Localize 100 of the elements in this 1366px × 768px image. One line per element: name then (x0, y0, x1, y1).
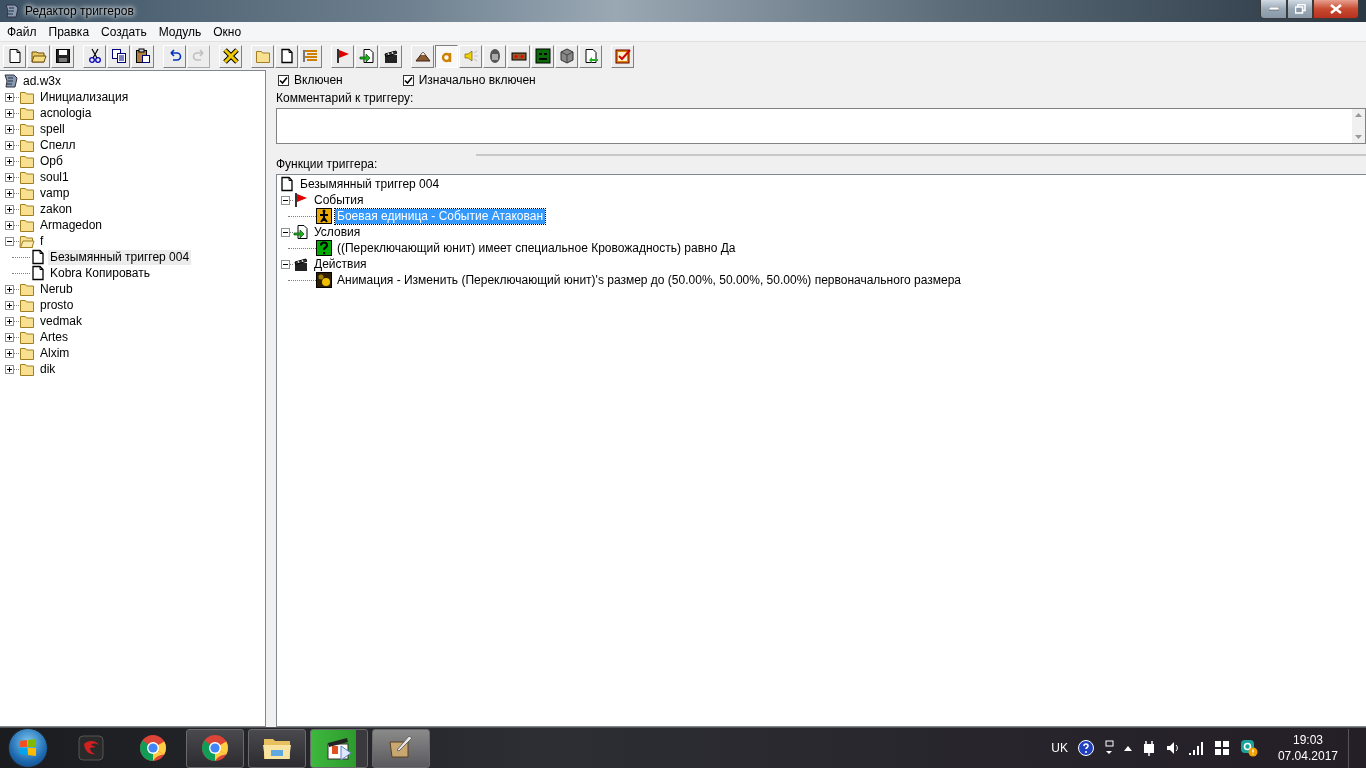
cube-button[interactable] (555, 44, 578, 68)
close-button[interactable] (1313, 0, 1359, 19)
folder-icon (19, 169, 35, 185)
expand-toggle[interactable] (5, 220, 14, 230)
tree-item[interactable]: vedmak (38, 313, 85, 329)
expand-toggle[interactable] (5, 300, 14, 310)
undo-button[interactable] (163, 44, 186, 68)
minimize-button[interactable] (1260, 0, 1287, 19)
expand-toggle[interactable] (5, 124, 14, 134)
terrain-button[interactable] (411, 44, 434, 68)
tree-item[interactable]: acnologia (38, 105, 94, 121)
open-button[interactable] (27, 44, 50, 68)
tree-item[interactable]: spell (38, 121, 67, 137)
taskbar-app-button[interactable] (372, 728, 430, 768)
expand-toggle[interactable] (5, 204, 14, 214)
windows-logo-icon[interactable] (1213, 740, 1230, 756)
language-indicator[interactable]: UK (1051, 741, 1068, 755)
expand-toggle[interactable] (5, 188, 14, 198)
tree-item[interactable]: Условия (312, 224, 363, 240)
tree-item[interactable]: Безымянный триггер 004 (48, 249, 192, 265)
condition-button[interactable] (355, 44, 378, 68)
tree-item[interactable]: dik (38, 361, 58, 377)
copy-button[interactable] (107, 44, 130, 68)
expand-toggle[interactable] (5, 156, 14, 166)
tree-item[interactable]: prosto (38, 297, 76, 313)
tree-item[interactable]: zakon (38, 201, 75, 217)
letter-button[interactable] (435, 44, 458, 68)
expand-toggle[interactable] (5, 284, 14, 294)
tree-item[interactable]: События (312, 192, 366, 208)
tree-item[interactable]: Artes (38, 329, 70, 345)
speaker-icon[interactable] (1165, 741, 1178, 755)
menu-item[interactable]: Модуль (152, 24, 208, 39)
monster-button[interactable] (531, 44, 554, 68)
expand-toggle[interactable] (5, 172, 14, 182)
comment-field[interactable] (276, 108, 1366, 144)
tree-item[interactable]: Спелл (38, 137, 78, 153)
expand-toggle[interactable] (5, 332, 14, 342)
tree-item[interactable]: Инициализация (38, 89, 131, 105)
expand-toggle[interactable] (5, 364, 14, 374)
menu-item[interactable]: Файл (1, 24, 43, 39)
paste-button[interactable] (131, 44, 154, 68)
lines-button[interactable] (299, 44, 322, 68)
tree-item[interactable]: soul1 (38, 169, 71, 185)
import-button[interactable] (579, 44, 602, 68)
helmet-button[interactable] (483, 44, 506, 68)
collapse-toggle[interactable] (281, 259, 290, 269)
checkbox-option[interactable]: Включен (278, 73, 343, 87)
tree-item[interactable]: Безымянный триггер 004 (298, 176, 442, 192)
tree-item[interactable]: Орб (38, 153, 65, 169)
collapse-toggle[interactable] (281, 195, 290, 205)
shield-alert-icon[interactable] (1239, 739, 1258, 757)
tree-item[interactable]: vamp (38, 185, 72, 201)
caret-up-icon[interactable] (1123, 745, 1132, 751)
expand-toggle[interactable] (5, 108, 14, 118)
tree-item[interactable]: f (38, 233, 46, 249)
collapse-toggle[interactable] (5, 236, 14, 246)
plug-icon[interactable] (1141, 740, 1156, 756)
taskbar-app-button[interactable] (310, 728, 368, 768)
sound-button[interactable] (459, 44, 482, 68)
copy-icon (110, 48, 127, 64)
checkbox[interactable] (402, 74, 414, 86)
new-button[interactable] (3, 44, 26, 68)
tree-item[interactable]: Действия (312, 256, 369, 272)
flag-button[interactable] (331, 44, 354, 68)
expand-toggle[interactable] (5, 348, 14, 358)
checkbox-option[interactable]: Изначально включен (402, 73, 536, 87)
clock-date[interactable]: 07.04.2017 (1277, 748, 1338, 764)
folder-button[interactable] (251, 44, 274, 68)
menu-item[interactable]: Создать (95, 24, 153, 39)
help-icon[interactable] (1077, 740, 1094, 756)
clock-time[interactable]: 19:03 (1292, 732, 1323, 748)
cross-button[interactable] (219, 44, 242, 68)
folder-icon (254, 48, 271, 64)
start-button[interactable] (8, 728, 48, 768)
expand-toggle[interactable] (5, 140, 14, 150)
restore-button[interactable] (1287, 0, 1313, 19)
tree-item[interactable]: Kobra Копировать (48, 265, 152, 281)
tree-item[interactable]: Alxim (38, 345, 72, 361)
tree-item[interactable]: Armagedon (38, 217, 105, 233)
flag-icon (334, 48, 351, 64)
taskbar-app-button[interactable] (248, 728, 306, 768)
menu-item[interactable]: Окно (207, 24, 248, 39)
panel-button[interactable] (507, 44, 530, 68)
tree-item[interactable]: Nerub (38, 281, 75, 297)
page-button[interactable] (275, 44, 298, 68)
taskbar-app-button[interactable] (186, 728, 244, 768)
signal-icon[interactable] (1187, 741, 1204, 755)
collapse-toggle[interactable] (281, 227, 290, 237)
checklist-button[interactable] (611, 44, 634, 68)
checkbox[interactable] (278, 74, 289, 86)
tree-item[interactable]: Анимация - Изменить (Переключающий юнит)'s размер до (50.00%, 50.00%, 50.00%) первоначального размера (335, 272, 963, 288)
menu-item[interactable]: Правка (42, 24, 96, 39)
save-button[interactable] (51, 44, 74, 68)
expand-toggle[interactable] (5, 316, 14, 326)
cut-button[interactable] (83, 44, 106, 68)
clapper-button[interactable] (379, 44, 402, 68)
folder-icon (19, 185, 35, 201)
tree-item[interactable]: ad.w3x (21, 73, 64, 89)
expand-toggle[interactable] (5, 92, 14, 102)
tree-item[interactable]: ((Переключающий юнит) имеет специальное Кровожадность) равно Да (335, 240, 738, 256)
